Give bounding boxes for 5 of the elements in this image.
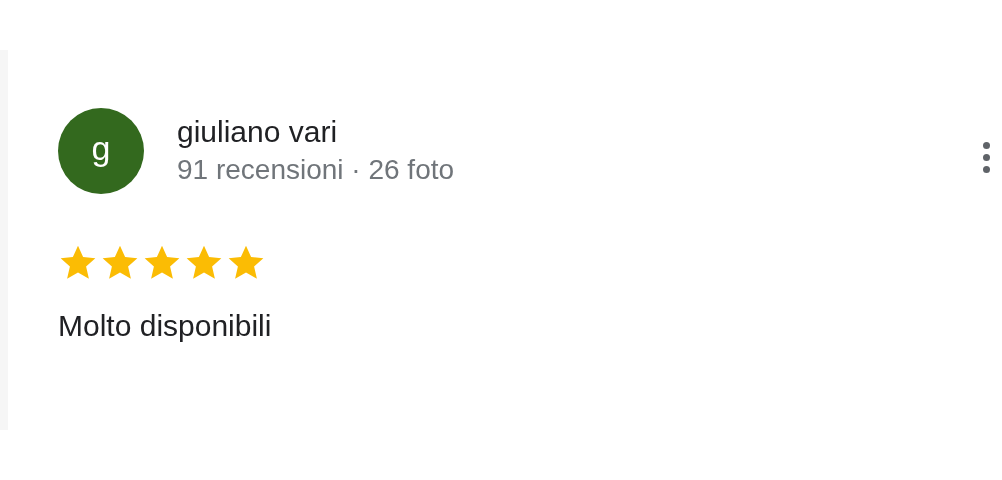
review-text: Molto disponibili <box>58 308 273 344</box>
more-options-icon[interactable] <box>981 140 992 175</box>
author-name[interactable]: giuliano vari <box>177 112 455 152</box>
author-stats: 91 recensioni · 26 foto <box>177 153 455 187</box>
avatar[interactable]: g <box>58 108 144 194</box>
